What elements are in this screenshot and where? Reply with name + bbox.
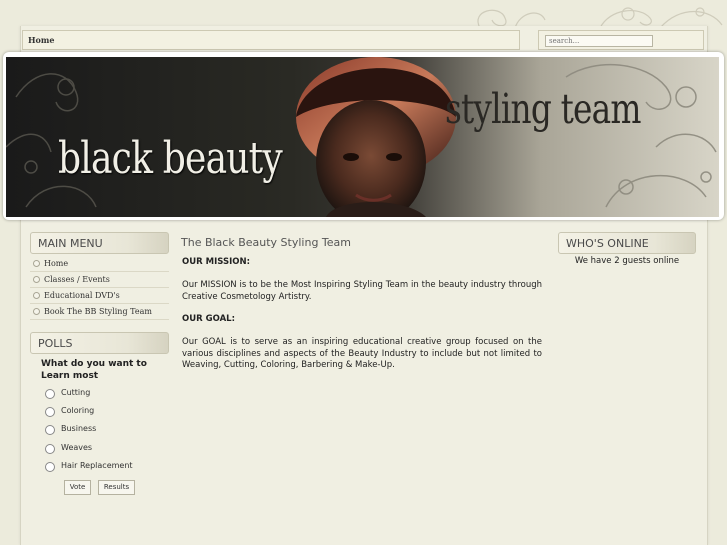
bullet-icon bbox=[33, 292, 40, 299]
whos-online-text: We have 2 guests online bbox=[574, 256, 680, 266]
article-title: The Black Beauty Styling Team bbox=[181, 236, 352, 249]
poll-option-label: Business bbox=[61, 424, 97, 433]
menu-item-label: Classes / Events bbox=[44, 275, 110, 284]
results-button[interactable]: Results bbox=[98, 480, 135, 495]
menu-item-book-team[interactable]: Book The BB Styling Team bbox=[30, 304, 169, 320]
polls-header: POLLS bbox=[30, 332, 169, 354]
polls-heading: POLLS bbox=[38, 337, 73, 350]
mission-text: Our MISSION is to be the Most Inspiring … bbox=[182, 280, 542, 302]
bullet-icon bbox=[33, 260, 40, 267]
breadcrumb: Home bbox=[22, 30, 520, 50]
main-menu-heading: MAIN MENU bbox=[38, 237, 103, 250]
banner-title-right: styling team bbox=[445, 85, 642, 133]
menu-item-label: Home bbox=[44, 259, 69, 268]
bullet-icon bbox=[33, 308, 40, 315]
vote-button[interactable]: Vote bbox=[64, 480, 91, 495]
goal-heading: OUR GOAL: bbox=[182, 314, 236, 324]
whos-online-header: WHO'S ONLINE bbox=[558, 232, 696, 254]
goal-text: Our GOAL is to serve as an inspiring edu… bbox=[182, 337, 542, 370]
radio-button[interactable] bbox=[45, 425, 55, 435]
menu-item-educational-dvds[interactable]: Educational DVD's bbox=[30, 288, 169, 304]
radio-button[interactable] bbox=[45, 462, 55, 472]
menu-item-classes-events[interactable]: Classes / Events bbox=[30, 272, 169, 288]
radio-button[interactable] bbox=[45, 407, 55, 417]
menu-item-home[interactable]: Home bbox=[30, 256, 169, 272]
menu-item-label: Book The BB Styling Team bbox=[44, 307, 152, 316]
whos-online-heading: WHO'S ONLINE bbox=[566, 237, 649, 250]
poll-option-label: Cutting bbox=[61, 388, 91, 397]
radio-button[interactable] bbox=[45, 389, 55, 399]
breadcrumb-home-link[interactable]: Home bbox=[28, 35, 54, 45]
bullet-icon bbox=[33, 276, 40, 283]
main-menu: Home Classes / Events Educational DVD's … bbox=[30, 256, 169, 320]
banner-title-left: black beauty bbox=[58, 133, 283, 184]
main-menu-header: MAIN MENU bbox=[30, 232, 169, 254]
poll-option-label: Hair Replacement bbox=[61, 461, 133, 470]
radio-button[interactable] bbox=[45, 444, 55, 454]
search-input[interactable] bbox=[545, 35, 653, 47]
menu-item-label: Educational DVD's bbox=[44, 291, 120, 300]
mission-heading: OUR MISSION: bbox=[182, 257, 251, 267]
poll-question: What do you want to Learn most bbox=[41, 359, 147, 381]
poll-option-label: Coloring bbox=[61, 406, 95, 415]
poll-option-label: Weaves bbox=[61, 443, 93, 452]
